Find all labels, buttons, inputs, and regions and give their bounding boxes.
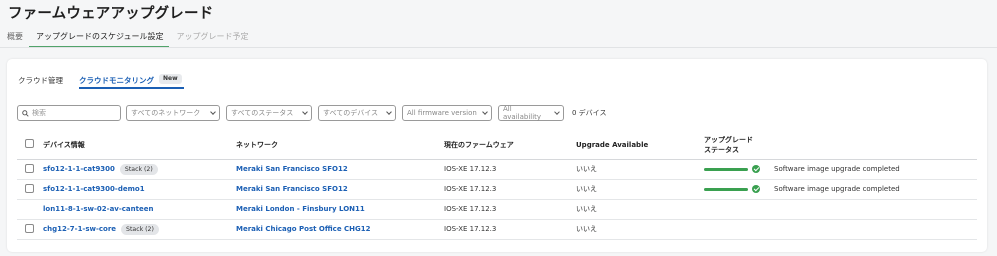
network-link[interactable]: Meraki San Francisco SFO12 [236,185,348,193]
row-checkbox[interactable] [25,223,34,233]
table-row[interactable]: sfo12-1-1-cat9300 Stack (2) Meraki San Fr… [17,159,977,180]
select-all-checkbox[interactable] [25,138,34,148]
network-link[interactable]: Meraki Chicago Post Office CHG12 [236,225,371,233]
device-link[interactable]: chg12-7-1-sw-core [43,225,116,233]
device-cell: lon11-8-1-sw-02-av-canteen [42,199,236,220]
inner-tabs: クラウド管理 クラウドモニタリング New [18,73,198,89]
tabs-divider [0,47,997,48]
progress-cell [704,179,774,200]
network-cell: Meraki London - Finsbury LON11 [236,199,444,220]
status-text: Software image upgrade completed [774,159,977,180]
network-cell: Meraki San Francisco SFO12 [236,179,444,200]
network-filter-dropdown[interactable]: すべてのネットワーク [126,105,220,121]
upgrade-available-cell: いいえ [576,219,704,240]
firmware-cell: IOS-XE 17.12.3 [444,179,576,200]
network-filter-label: すべてのネットワーク [131,109,201,117]
header-upgrade-available[interactable]: Upgrade Available [576,131,704,160]
progress-indicator [704,185,774,193]
search-box[interactable] [17,105,121,121]
network-cell: Meraki San Francisco SFO12 [236,159,444,180]
table-row[interactable]: sfo12-1-1-cat9300-demo1 Meraki San Franc… [17,179,977,200]
table-row[interactable]: lon11-8-1-sw-02-av-canteen Meraki London… [17,199,977,220]
header-firmware[interactable]: 現在のファームウェア [444,131,576,160]
progress-bar [704,187,748,191]
chevron-down-icon [482,108,488,115]
device-filter-label: すべてのデバイス [323,109,379,117]
header-status-detail [774,131,977,160]
filter-bar: すべてのネットワーク すべてのステータス すべてのデバイス All firmwa… [17,105,606,121]
device-cell: sfo12-1-1-cat9300 Stack (2) [42,159,236,180]
progress-bar [704,167,748,171]
status-text [774,199,977,220]
stack-badge: Stack (2) [121,223,159,235]
firmware-filter-dropdown[interactable]: All firmware version [402,105,492,121]
stack-badge: Stack (2) [119,163,158,175]
header-upgrade-status-line1: アップグレード [704,135,753,144]
availability-filter-dropdown[interactable]: All availability [498,105,564,121]
check-circle-icon [752,185,760,193]
progress-cell [704,199,774,220]
device-filter-dropdown[interactable]: すべてのデバイス [318,105,396,121]
status-text [774,219,977,240]
firmware-cell: IOS-XE 17.12.3 [444,219,576,240]
tab-schedule-upgrade[interactable]: アップグレードのスケジュール設定 [29,28,170,48]
status-filter-dropdown[interactable]: すべてのステータス [226,105,312,121]
progress-indicator [704,165,774,173]
device-link[interactable]: sfo12-1-1-cat9300-demo1 [43,185,145,193]
device-link[interactable]: lon11-8-1-sw-02-av-canteen [43,205,153,213]
header-device[interactable]: デバイス情報 [42,131,236,160]
network-link[interactable]: Meraki London - Finsbury LON11 [236,205,365,213]
header-network[interactable]: ネットワーク [236,131,444,160]
header-upgrade-status[interactable]: アップグレード ステータス [704,131,774,160]
chevron-down-icon [554,108,560,115]
network-cell: Meraki Chicago Post Office CHG12 [236,219,444,240]
device-cell: sfo12-1-1-cat9300-demo1 [42,179,236,200]
row-checkbox-cell [17,159,42,180]
select-all-cell [17,131,42,160]
tab-cloud-monitoring-label: クラウドモニタリング [79,76,154,85]
row-checkbox-cell [17,179,42,200]
device-count: 0 デバイス [572,109,607,117]
top-tabs: 概要 アップグレードのスケジュール設定 アップグレード予定 [0,28,254,48]
table-header-row: デバイス情報 ネットワーク 現在のファームウェア Upgrade Availab… [17,131,977,160]
search-input[interactable] [32,109,112,117]
content-card: クラウド管理 クラウドモニタリング New すべてのネットワーク すべてのステー… [7,59,987,252]
status-filter-label: すべてのステータス [231,109,294,117]
check-circle-icon [752,165,760,173]
progress-cell [704,219,774,240]
tab-overview[interactable]: 概要 [0,28,29,47]
device-table: デバイス情報 ネットワーク 現在のファームウェア Upgrade Availab… [17,131,977,240]
row-checkbox[interactable] [25,183,34,193]
page-title: ファームウェアアップグレード [8,6,214,22]
network-link[interactable]: Meraki San Francisco SFO12 [236,165,348,173]
chevron-down-icon [386,108,392,115]
upgrade-available-cell: いいえ [576,179,704,200]
upgrade-available-cell: いいえ [576,159,704,180]
search-icon [22,109,29,117]
firmware-cell: IOS-XE 17.12.3 [444,199,576,220]
availability-filter-label: All availability [503,105,542,121]
firmware-filter-label: All firmware version [407,109,477,117]
progress-cell [704,159,774,180]
row-checkbox[interactable] [25,163,34,173]
device-link[interactable]: sfo12-1-1-cat9300 [43,165,115,173]
tab-scheduled-upgrades[interactable]: アップグレード予定 [169,28,254,47]
tab-cloud-monitoring[interactable]: クラウドモニタリング New [79,73,184,89]
header-upgrade-status-line2: ステータス [704,145,739,154]
status-text: Software image upgrade completed [774,179,977,200]
upgrade-available-cell: いいえ [576,199,704,220]
row-checkbox-cell [17,219,42,240]
firmware-cell: IOS-XE 17.12.3 [444,159,576,180]
tab-cloud-management-label: クラウド管理 [18,76,63,85]
chevron-down-icon [210,108,216,115]
device-cell: chg12-7-1-sw-core Stack (2) [42,219,236,240]
chevron-down-icon [302,108,308,115]
table-row[interactable]: chg12-7-1-sw-core Stack (2) Meraki Chicag… [17,219,977,240]
row-checkbox-cell [17,199,42,220]
tab-cloud-management[interactable]: クラウド管理 [18,73,63,89]
new-badge: New [159,74,182,84]
